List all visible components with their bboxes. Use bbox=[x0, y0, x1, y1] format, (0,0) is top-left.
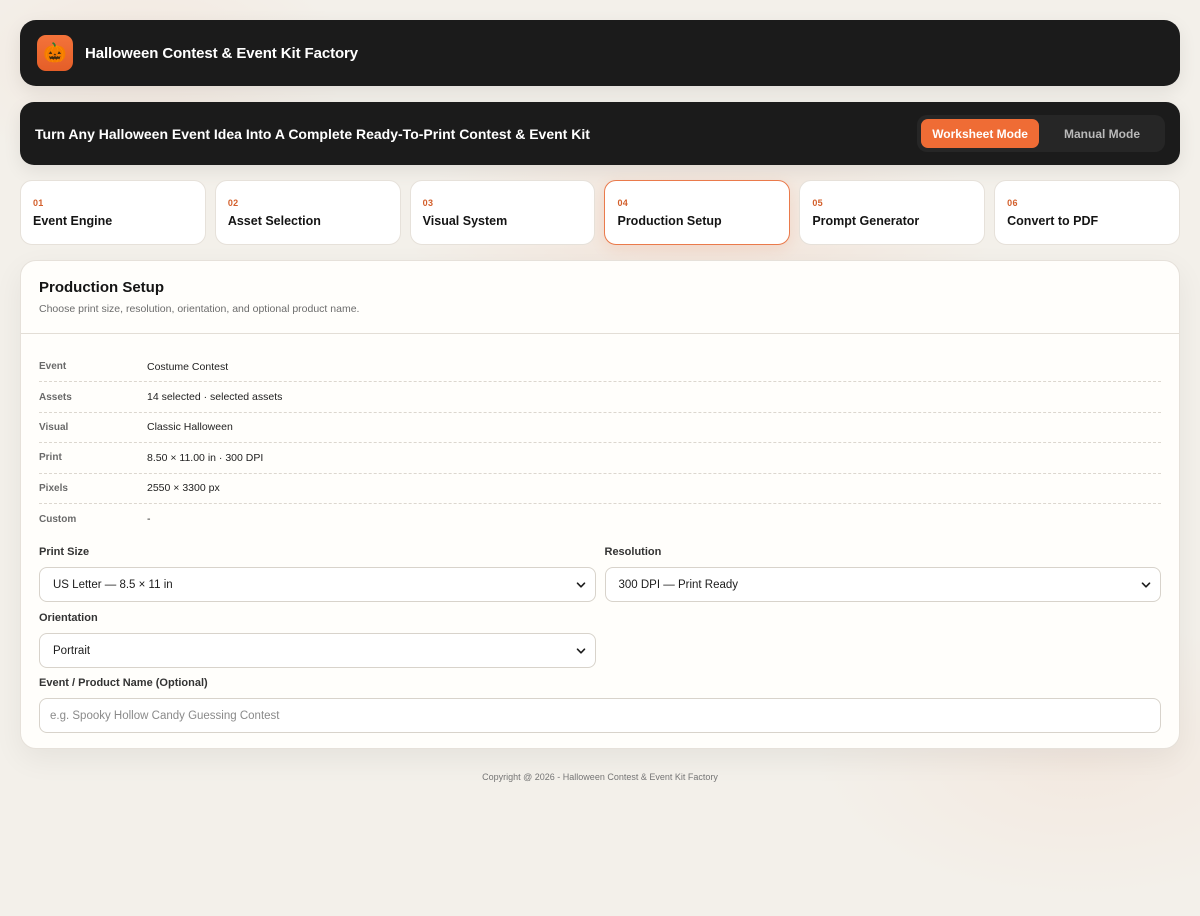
tab-production-setup[interactable]: 04 Production Setup bbox=[604, 180, 791, 245]
summary-row-custom: Custom - bbox=[39, 504, 1161, 534]
summary-value: Costume Contest bbox=[147, 360, 229, 373]
footer-copyright: Copyright @ 2026 - Halloween Contest & E… bbox=[482, 772, 718, 782]
summary-value: 8.50 × 11.00 in · 300 DPI bbox=[147, 451, 264, 464]
orientation-value: Portrait bbox=[53, 644, 91, 657]
orientation-field: Orientation Portrait bbox=[39, 612, 596, 669]
form-row: Print Size US Letter — 8.5 × 11 in Resol… bbox=[39, 546, 1161, 603]
banner-headline: Turn Any Halloween Event Idea Into A Com… bbox=[35, 125, 590, 142]
resolution-value: 300 DPI — Print Ready bbox=[618, 578, 739, 591]
summary-table: Event Costume Contest Assets 14 selected… bbox=[39, 352, 1161, 534]
print-size-value: US Letter — 8.5 × 11 in bbox=[53, 578, 173, 591]
manual-mode-button[interactable]: Manual Mode bbox=[1043, 119, 1161, 148]
card-subtitle: Choose print size, resolution, orientati… bbox=[39, 303, 360, 315]
step-number: 04 bbox=[617, 198, 629, 208]
step-tabs: 01 Event Engine 02 Asset Selection 03 Vi… bbox=[20, 180, 1180, 245]
summary-label: Visual bbox=[39, 421, 69, 433]
summary-label: Assets bbox=[39, 391, 72, 403]
print-size-select[interactable]: US Letter — 8.5 × 11 in bbox=[39, 567, 596, 603]
step-label: Asset Selection bbox=[227, 214, 321, 228]
card-header: Production Setup Choose print size, reso… bbox=[21, 261, 1179, 334]
worksheet-mode-button[interactable]: Worksheet Mode bbox=[921, 119, 1039, 148]
summary-value: Classic Halloween bbox=[147, 421, 233, 434]
form-row: Orientation Portrait bbox=[39, 612, 1162, 669]
summary-row-pixels: Pixels 2550 × 3300 px bbox=[39, 474, 1161, 504]
step-label: Event Engine bbox=[33, 214, 113, 228]
tab-event-engine[interactable]: 01 Event Engine bbox=[20, 180, 206, 245]
summary-value: - bbox=[147, 513, 151, 526]
print-size-field: Print Size US Letter — 8.5 × 11 in bbox=[39, 546, 596, 603]
tab-convert-to-pdf[interactable]: 06 Convert to PDF bbox=[994, 180, 1180, 245]
jack-o-lantern-icon: 🎃 bbox=[37, 35, 73, 71]
app-header: 🎃 Halloween Contest & Event Kit Factory bbox=[20, 20, 1180, 86]
summary-row-assets: Assets 14 selected · selected assets bbox=[39, 382, 1161, 413]
step-number: 03 bbox=[422, 198, 434, 208]
print-size-label: Print Size bbox=[39, 546, 90, 559]
empty-column bbox=[605, 612, 1162, 668]
logo-glyph: 🎃 bbox=[43, 42, 67, 64]
chevron-down-icon bbox=[1141, 582, 1151, 588]
product-name-input[interactable] bbox=[50, 709, 1160, 722]
step-label: Visual System bbox=[422, 214, 508, 228]
production-form: Print Size US Letter — 8.5 × 11 in Resol… bbox=[39, 546, 1162, 734]
product-name-label: Event / Product Name (Optional) bbox=[39, 677, 208, 690]
tab-prompt-generator[interactable]: 05 Prompt Generator bbox=[799, 180, 986, 245]
orientation-select[interactable]: Portrait bbox=[39, 633, 596, 669]
app-title: Halloween Contest & Event Kit Factory bbox=[85, 44, 359, 62]
production-setup-card: Production Setup Choose print size, reso… bbox=[20, 260, 1180, 749]
summary-label: Event bbox=[39, 361, 67, 373]
hero-banner: Turn Any Halloween Event Idea Into A Com… bbox=[20, 102, 1180, 165]
summary-row-visual: Visual Classic Halloween bbox=[39, 413, 1161, 444]
step-number: 02 bbox=[227, 198, 239, 208]
summary-label: Pixels bbox=[39, 482, 68, 494]
resolution-select[interactable]: 300 DPI — Print Ready bbox=[604, 567, 1161, 603]
step-number: 05 bbox=[812, 198, 823, 208]
step-label: Convert to PDF bbox=[1007, 214, 1099, 228]
orientation-label: Orientation bbox=[39, 612, 98, 625]
step-label: Production Setup bbox=[617, 214, 722, 228]
summary-value: 2550 × 3300 px bbox=[147, 482, 220, 495]
resolution-field: Resolution 300 DPI — Print Ready bbox=[604, 546, 1161, 603]
tab-visual-system[interactable]: 03 Visual System bbox=[409, 180, 596, 245]
chevron-down-icon bbox=[576, 648, 585, 654]
card-title: Production Setup bbox=[39, 279, 164, 296]
step-label: Prompt Generator bbox=[812, 214, 920, 228]
product-name-field: Event / Product Name (Optional) bbox=[39, 677, 1161, 734]
summary-label: Print bbox=[39, 452, 62, 464]
mode-toggle: Worksheet Mode Manual Mode bbox=[917, 115, 1165, 152]
summary-label: Custom bbox=[39, 513, 77, 525]
product-name-wrapper bbox=[39, 698, 1161, 734]
step-number: 01 bbox=[33, 198, 44, 208]
summary-row-print: Print 8.50 × 11.00 in · 300 DPI bbox=[39, 443, 1161, 474]
resolution-label: Resolution bbox=[604, 546, 662, 559]
tab-asset-selection[interactable]: 02 Asset Selection bbox=[214, 180, 401, 245]
step-number: 06 bbox=[1007, 198, 1018, 208]
summary-row-event: Event Costume Contest bbox=[39, 352, 1161, 383]
chevron-down-icon bbox=[576, 582, 585, 588]
summary-value: 14 selected · selected assets bbox=[147, 391, 283, 404]
